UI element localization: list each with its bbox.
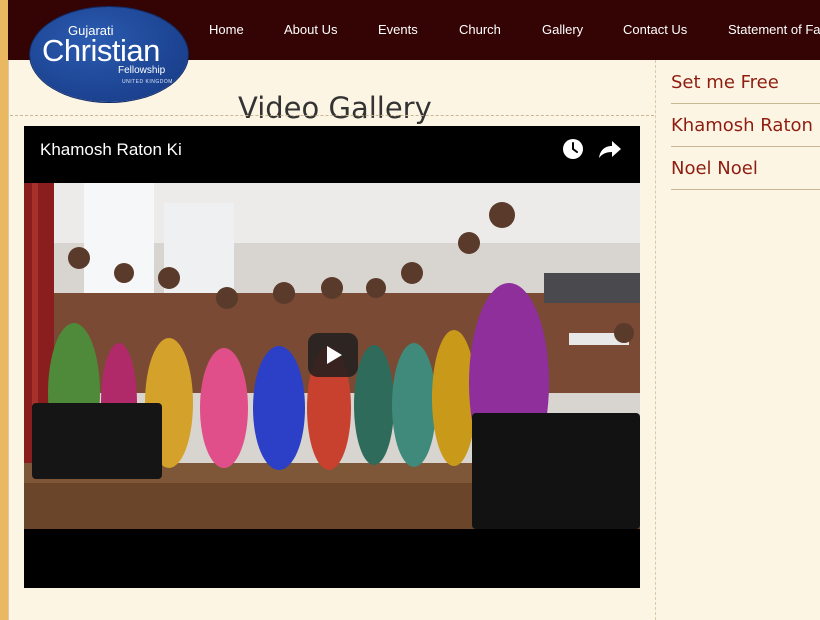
left-edge-strip — [0, 0, 8, 620]
play-button[interactable] — [308, 333, 358, 377]
page-title: Video Gallery — [238, 91, 432, 126]
logo-text-fellowship: Fellowship — [118, 65, 166, 76]
site-logo[interactable]: Gujarati Christian Fellowship UNITED KIN… — [30, 7, 188, 102]
sidebar-separator — [671, 103, 820, 104]
nav-about-us[interactable]: About Us — [284, 22, 337, 37]
video-title[interactable]: Khamosh Raton Ki — [40, 140, 182, 160]
sidebar-item-set-me-free[interactable]: Set me Free — [671, 72, 779, 93]
sidebar-separator — [671, 189, 820, 190]
nav-gallery[interactable]: Gallery — [542, 22, 583, 37]
left-border-line — [8, 60, 9, 620]
sidebar-item-khamosh-raton[interactable]: Khamosh Raton — [671, 115, 813, 136]
sidebar-separator — [671, 146, 820, 147]
title-divider — [10, 115, 654, 116]
sidebar-item-noel-noel[interactable]: Noel Noel — [671, 158, 758, 179]
nav-statement-of-faith[interactable]: Statement of Fa — [728, 22, 820, 37]
logo-text-country: UNITED KINGDOM — [122, 79, 173, 85]
nav-church[interactable]: Church — [459, 22, 501, 37]
clock-icon[interactable] — [562, 138, 584, 160]
nav-home[interactable]: Home — [209, 22, 244, 37]
share-icon[interactable] — [598, 138, 622, 160]
nav-contact-us[interactable]: Contact Us — [623, 22, 687, 37]
play-icon — [327, 346, 342, 364]
video-player[interactable]: Khamosh Raton Ki — [24, 126, 640, 588]
logo-text-christian: Christian — [42, 33, 160, 68]
sidebar-divider — [655, 60, 656, 620]
nav-events[interactable]: Events — [378, 22, 418, 37]
